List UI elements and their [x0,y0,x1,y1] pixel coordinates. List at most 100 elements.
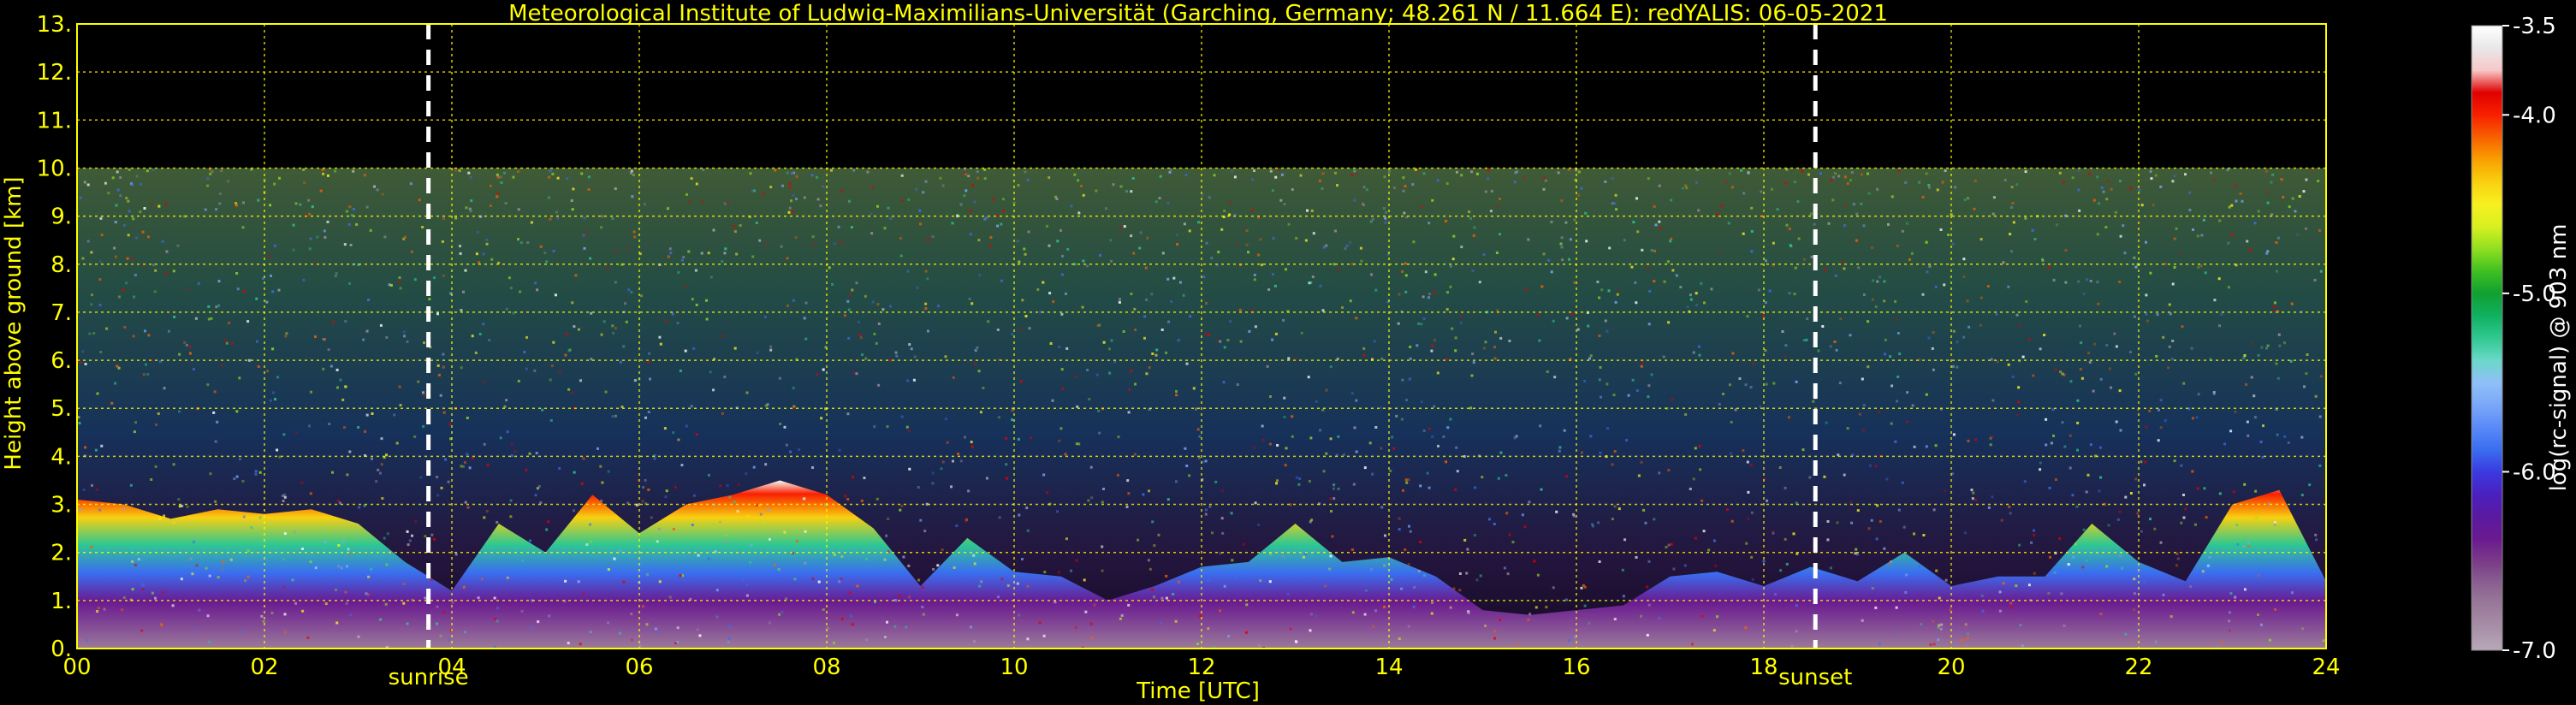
noise-dot [573,509,575,512]
noise-dot [1646,633,1649,637]
noise-dot [1707,548,1711,552]
noise-dot [402,582,406,585]
noise-dot [363,174,366,177]
noise-dot [483,380,486,383]
noise-dot [122,596,126,599]
noise-dot [1126,479,1130,483]
noise-dot [1472,234,1475,237]
noise-dot [2054,368,2057,371]
noise-dot [339,378,342,382]
noise-dot [1258,644,1261,648]
noise-dot [2273,523,2276,526]
noise-dot [1583,585,1587,589]
noise-dot [1122,330,1125,333]
noise-dot [1728,172,1731,175]
noise-dot [1555,510,1558,513]
noise-dot [327,348,330,352]
noise-dot [517,238,519,241]
noise-dot [489,204,492,207]
noise-dot [977,370,981,373]
y-tick-label: 9. [50,204,72,230]
noise-dot [95,488,98,491]
noise-dot [1054,601,1057,604]
noise-dot [1606,427,1609,430]
noise-dot [303,181,306,184]
noise-dot [859,336,863,340]
noise-dot [217,280,221,283]
noise-dot [1790,644,1794,648]
noise-dot [1979,296,1983,299]
noise-dot [442,352,445,356]
noise-dot [1875,537,1879,541]
noise-dot [218,192,222,195]
noise-dot [2136,512,2140,515]
noise-dot [1764,301,1767,305]
noise-dot [194,317,198,320]
noise-dot [1871,587,1874,590]
noise-dot [389,284,393,287]
noise-dot [2276,433,2279,436]
noise-dot [310,390,312,394]
noise-dot [927,329,929,333]
noise-dot [536,288,539,292]
noise-dot [973,562,976,566]
noise-dot [1630,265,1634,269]
noise-dot [464,501,467,504]
noise-dot [819,204,822,208]
noise-dot [741,578,745,582]
noise-dot [1874,305,1878,309]
noise-dot [529,539,531,542]
noise-dot [1238,308,1242,311]
x-tick-label: 08 [812,655,840,680]
noise-dot [79,360,82,364]
noise-dot [1539,424,1542,428]
noise-dot [766,524,769,527]
noise-dot [2119,234,2122,238]
noise-dot [756,351,759,354]
noise-dot [1026,584,1030,588]
noise-dot [2098,446,2102,449]
noise-dot [1471,352,1475,356]
noise-dot [1684,413,1688,416]
noise-dot [1019,328,1023,331]
noise-dot [695,182,698,186]
noise-dot [1573,281,1576,284]
noise-dot [1635,301,1638,305]
noise-dot [2196,234,2199,238]
noise-dot [1393,187,1396,189]
noise-dot [2234,410,2237,413]
noise-dot [1195,407,1198,411]
noise-dot [207,305,211,308]
noise-dot [2062,181,2065,184]
noise-dot [1717,251,1720,254]
noise-dot [1160,329,1164,331]
noise-dot [1257,523,1261,526]
noise-dot [442,274,445,277]
noise-dot [644,479,647,482]
noise-dot [665,489,668,493]
noise-dot [852,476,854,479]
noise-dot [643,203,646,206]
noise-dot [1404,274,1408,277]
noise-dot [2053,571,2057,574]
x-axis-label: Time [UTC] [1136,678,1260,704]
noise-dot [1503,566,1506,570]
noise-dot [1683,564,1687,567]
noise-dot [2306,353,2309,356]
noise-dot [787,210,791,214]
noise-dot [1928,264,1932,268]
noise-dot [150,202,153,205]
noise-dot [1291,435,1294,438]
noise-dot [2009,601,2013,605]
noise-dot [665,319,668,323]
noise-dot [265,300,269,304]
noise-dot [708,558,711,561]
noise-dot [572,187,575,191]
noise-dot [344,590,347,594]
noise-dot [759,512,763,516]
noise-dot [1130,190,1133,193]
noise-dot [1319,284,1322,287]
noise-dot [1093,603,1096,607]
noise-dot [1175,394,1178,397]
noise-dot [1220,517,1224,520]
